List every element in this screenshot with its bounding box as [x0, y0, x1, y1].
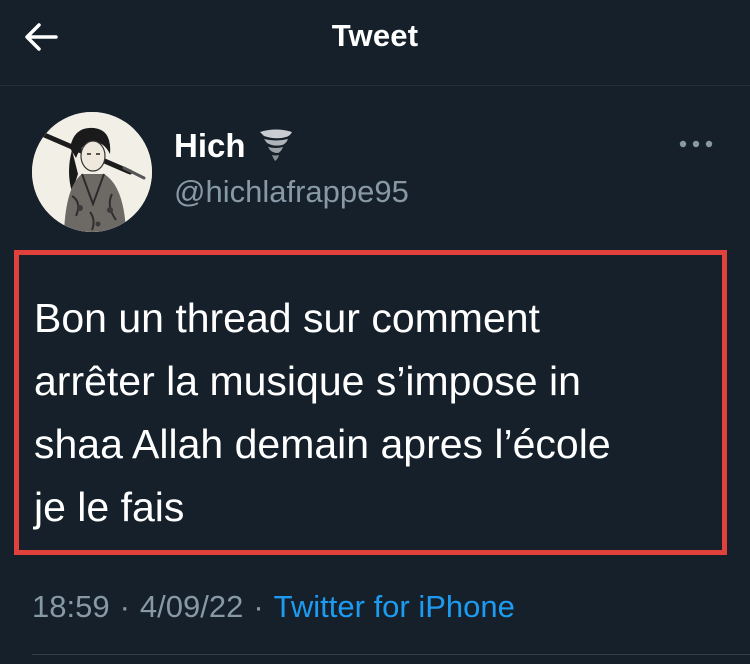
page-title: Tweet	[331, 18, 419, 53]
tornado-icon	[256, 127, 296, 165]
tweet-text: Bon un thread sur comment arrêter la mus…	[34, 295, 611, 530]
meta-separator: ·	[119, 589, 130, 624]
more-horizontal-icon	[679, 140, 713, 148]
samurai-avatar-image	[32, 112, 152, 232]
author-name-row: Hich	[174, 127, 296, 165]
tweet-metadata: 18:59 · 4/09/22 · Twitter for iPhone	[32, 589, 515, 625]
bottom-divider	[32, 654, 750, 655]
tweet-time[interactable]: 18:59	[32, 589, 110, 625]
author-block: Hich @hichlafrappe95	[32, 112, 722, 232]
top-bar: Tweet	[0, 0, 750, 76]
avatar[interactable]	[32, 112, 152, 232]
tweet-date[interactable]: 4/09/22	[140, 589, 243, 625]
meta-separator: ·	[253, 589, 264, 624]
author-handle[interactable]: @hichlafrappe95	[174, 174, 409, 210]
tweet-source-link[interactable]: Twitter for iPhone	[274, 589, 515, 625]
more-options-button[interactable]	[676, 130, 716, 158]
author-display-name[interactable]: Hich	[174, 127, 246, 165]
header-divider	[0, 85, 750, 86]
